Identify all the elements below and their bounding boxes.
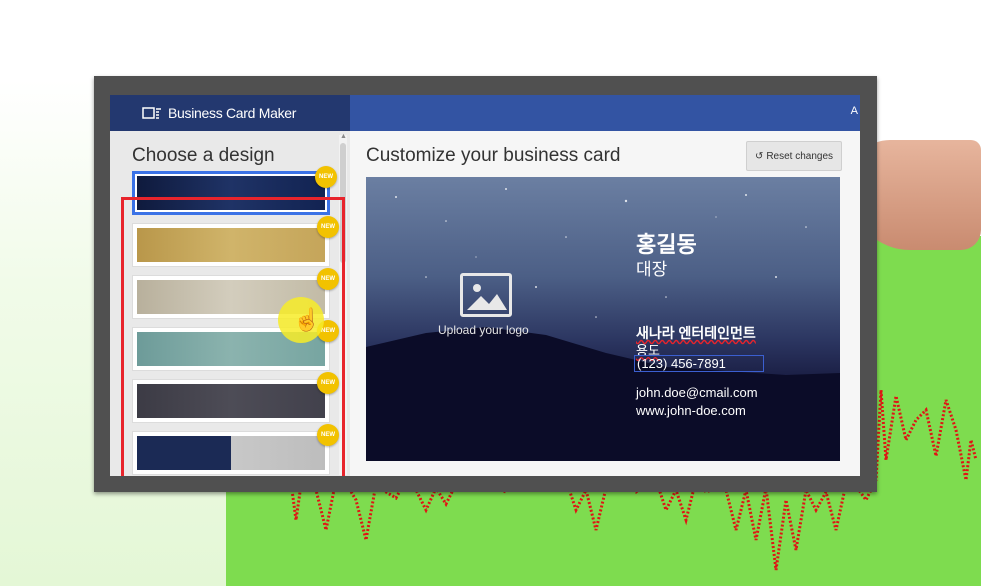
- panel-title: Choose a design: [132, 145, 275, 166]
- app-window: Business Card Maker A Choose a design ▲ …: [110, 95, 860, 476]
- card-icon: [142, 105, 162, 121]
- new-badge: NEW: [315, 166, 337, 188]
- topbar-menu-cut[interactable]: A: [851, 105, 858, 117]
- customize-panel: Customize your business card ↺ Reset cha…: [350, 131, 860, 476]
- design-swatch: [137, 436, 325, 470]
- monitor-frame: Business Card Maker A Choose a design ▲ …: [94, 76, 877, 492]
- design-option[interactable]: NEW: [132, 424, 339, 475]
- design-option[interactable]: NEW: [132, 372, 339, 423]
- scroll-up-icon[interactable]: ▲: [340, 133, 347, 140]
- scroll-thumb[interactable]: [340, 143, 346, 263]
- hand-cursor-icon: ☝: [293, 307, 321, 332]
- undo-icon: ↺: [754, 150, 764, 162]
- reset-changes-button[interactable]: ↺ Reset changes: [746, 141, 842, 171]
- design-swatch: [137, 384, 325, 418]
- card-position[interactable]: 대장: [636, 255, 667, 280]
- top-bar: Business Card Maker A: [110, 95, 860, 131]
- card-website[interactable]: www.john-doe.com: [636, 403, 746, 418]
- design-panel: Choose a design ▲ NEW NEW NEW NEW NEW NEW ☝: [110, 131, 350, 476]
- main-title: Customize your business card: [366, 145, 621, 166]
- design-scrollbar[interactable]: ▲: [339, 133, 347, 475]
- upload-logo-label[interactable]: Upload your logo: [438, 323, 529, 337]
- design-swatch: [137, 228, 325, 262]
- starfield-background: [366, 188, 840, 461]
- logo-upload-area[interactable]: [460, 273, 512, 317]
- design-option[interactable]: NEW: [132, 216, 339, 267]
- card-phone[interactable]: (123) 456-7891: [634, 355, 764, 372]
- new-badge: NEW: [317, 372, 339, 394]
- brand-area[interactable]: Business Card Maker: [110, 95, 350, 131]
- design-swatch: [137, 176, 325, 210]
- reset-label: Reset changes: [766, 150, 834, 162]
- app-title: Business Card Maker: [168, 105, 297, 121]
- card-email[interactable]: john.doe@cmail.com: [636, 385, 758, 400]
- image-placeholder-icon: [467, 284, 507, 310]
- new-badge: NEW: [317, 424, 339, 446]
- new-badge: NEW: [317, 216, 339, 238]
- design-option[interactable]: NEW: [132, 166, 337, 215]
- new-badge: NEW: [317, 268, 339, 290]
- business-card-preview[interactable]: Upload your logo 홍길동 대장 새나라 엔터테인먼트 용도 (1…: [366, 177, 840, 461]
